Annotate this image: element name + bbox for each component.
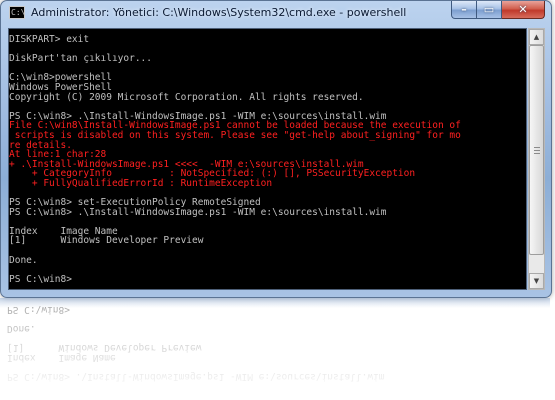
console-line: + FullyQualifiedErrorId : RuntimeExcepti… xyxy=(9,177,273,189)
scroll-down-button[interactable]: ▼ xyxy=(529,273,544,289)
console-window: C:\ Administrator: Yönetici: C:\Windows\… xyxy=(0,0,552,298)
console-line: [1] Windows Developer Preview xyxy=(9,235,204,247)
scrollbar-thumb[interactable] xyxy=(529,45,544,255)
close-button[interactable]: ✕ xyxy=(502,1,545,19)
window-controls: – ▭ ✕ xyxy=(451,1,545,20)
console-line: PS C:\win8> .\Install-WindowsImage.ps1 -… xyxy=(9,206,387,218)
thumb-grip-line xyxy=(534,147,540,148)
scroll-up-arrow-icon: ▲ xyxy=(533,33,540,41)
minimize-button[interactable]: – xyxy=(451,1,477,19)
window-title: Administrator: Yönetici: C:\Windows\Syst… xyxy=(31,6,407,19)
close-icon: ✕ xyxy=(518,3,528,16)
console-line: scripts is disabled on this system. Plea… xyxy=(9,129,461,141)
maximize-button[interactable]: ▭ xyxy=(477,1,502,19)
console-line: Done. xyxy=(9,254,38,266)
console-output-area[interactable]: DISKPART> exit DiskPart'tan çıkılıyor... C… xyxy=(8,28,527,290)
vertical-scrollbar[interactable]: ▲ ▼ xyxy=(528,28,545,290)
scroll-down-arrow-icon: ▼ xyxy=(533,277,540,285)
cmd-app-icon[interactable]: C:\ xyxy=(9,6,25,19)
title-bar[interactable]: C:\ Administrator: Yönetici: C:\Windows\… xyxy=(1,1,551,25)
console-line: DiskPart'tan çıkılıyor... xyxy=(9,53,152,65)
thumb-grip-line xyxy=(534,150,540,151)
console-line: DISKPART> exit xyxy=(9,34,90,45)
maximize-icon: ▭ xyxy=(483,3,495,16)
thumb-grip-line xyxy=(534,153,540,154)
reflection-fade xyxy=(0,298,550,400)
screenshot-stage: C:\ Administrator: Yönetici: C:\Windows\… xyxy=(0,0,555,400)
minimize-icon: – xyxy=(461,3,467,16)
console-text: DISKPART> exit DiskPart'tan çıkılıyor... C… xyxy=(9,35,461,284)
window-reflection: PS C:\win8> .\Install-WindowsImage.ps1 -… xyxy=(0,298,550,400)
console-line: PS C:\win8> xyxy=(9,273,72,285)
console-line: Copyright (C) 2009 Microsoft Corporation… xyxy=(9,91,364,103)
scroll-up-button[interactable]: ▲ xyxy=(529,29,544,45)
